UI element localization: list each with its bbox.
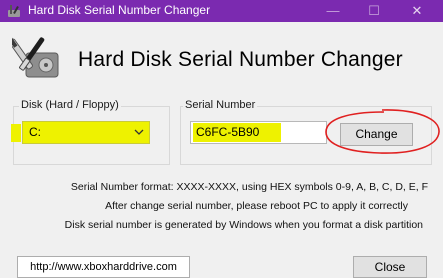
app-title: Hard Disk Serial Number Changer <box>78 48 403 71</box>
title-bar: Hard Disk Serial Number Changer — ☐ ✕ <box>0 0 443 22</box>
disk-select-value: C: <box>29 125 41 139</box>
serial-input[interactable]: C6FC-5B90 <box>190 121 327 144</box>
serial-origin-text: Disk serial number is generated by Windo… <box>64 219 423 231</box>
maximize-button[interactable]: ☐ <box>357 0 391 22</box>
reboot-notice-text: After change serial number, please reboo… <box>105 200 408 212</box>
serial-group-label: Serial Number <box>183 99 258 111</box>
chevron-down-icon <box>134 129 144 135</box>
annotation-circle <box>325 109 440 154</box>
website-link[interactable]: http://www.xboxharddrive.com <box>17 256 190 278</box>
wrench-screwdriver-disk-icon <box>12 37 59 78</box>
app-icon <box>8 5 20 17</box>
window-title: Hard Disk Serial Number Changer <box>28 3 211 17</box>
highlight-mark <box>11 124 21 142</box>
disk-group-label: Disk (Hard / Floppy) <box>19 99 121 111</box>
close-button[interactable]: Close <box>353 256 427 278</box>
disk-select[interactable]: C: <box>22 121 150 144</box>
serial-input-value: C6FC-5B90 <box>196 125 260 139</box>
serial-format-text: Serial Number format: XXXX-XXXX, using H… <box>70 181 428 193</box>
window-close-button[interactable]: ✕ <box>400 0 434 22</box>
minimize-button[interactable]: — <box>316 0 350 22</box>
